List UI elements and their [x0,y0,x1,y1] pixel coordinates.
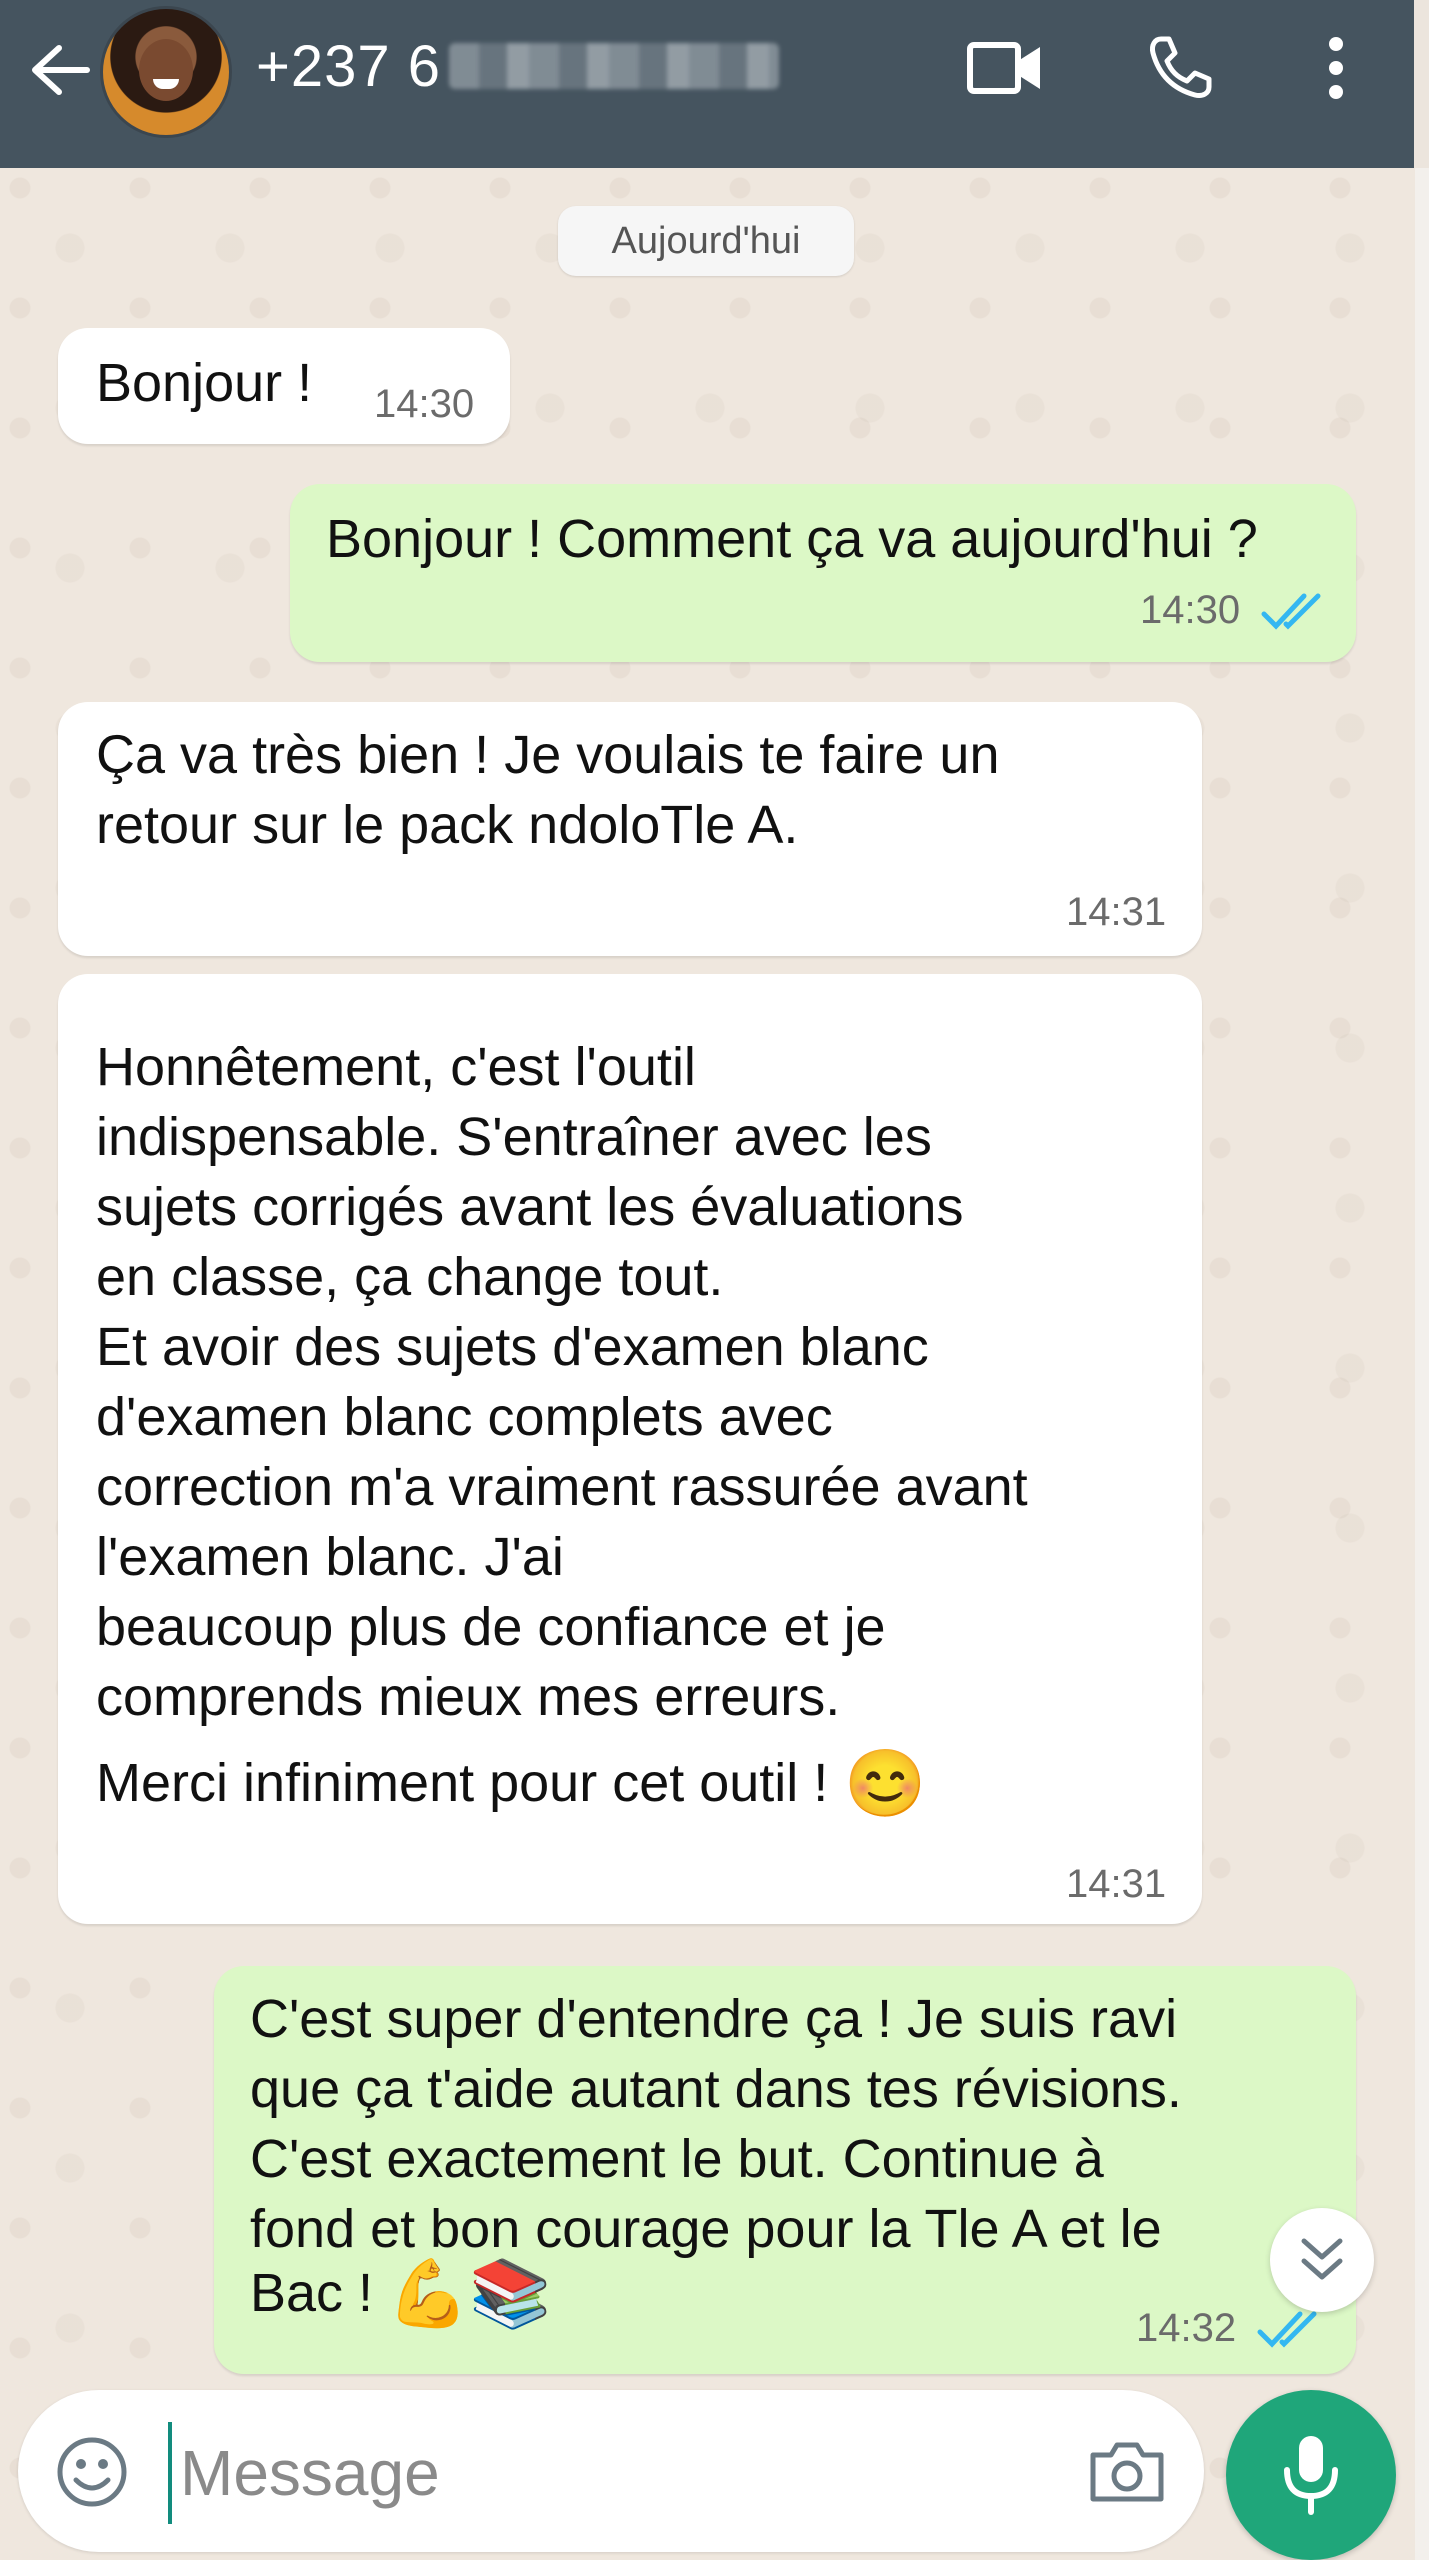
date-separator: Aujourd'hui [558,206,854,276]
message-bubble-outgoing[interactable]: C'est super d'entendre ça ! Je suis ravi… [214,1966,1356,2374]
redacted-number [449,43,780,89]
more-vert-icon[interactable] [1296,32,1376,104]
smiling-face-emoji: 😊 [844,1746,927,1820]
contact-name[interactable]: +237 6 [256,30,780,102]
message-time: 14:31 [1066,1862,1167,1906]
message-bubble-incoming[interactable]: Honnêtement, c'est l'outil indispensable… [58,974,1202,1924]
message-text: Ça va très bien ! Je voulais te faire un… [96,725,1000,855]
message-input[interactable] [168,2422,1062,2524]
double-chevron-down-icon [1301,2238,1343,2280]
contact-number: +237 6 [256,33,442,99]
message-bubble-incoming[interactable]: Ça va très bien ! Je voulais te faire un… [58,702,1202,956]
chat-header: +237 6 [0,0,1414,168]
message-time: 14:30 [374,382,475,426]
message-text: Honnêtement, c'est l'outil indispensable… [96,1037,1028,1727]
message-text-closing: Bac ! [250,2263,374,2323]
microphone-icon [1284,2436,1338,2515]
message-bubble-incoming[interactable]: Bonjour ! 14:30 [58,328,510,444]
message-closing-line: Bac ! 💪📚 [250,2258,551,2328]
message-text: Bonjour ! Comment ça va aujourd'hui ? [326,509,1258,569]
phone-icon[interactable] [1140,32,1220,104]
muscle-books-emoji: 💪📚 [387,2256,552,2330]
video-call-icon[interactable] [966,32,1046,104]
camera-icon[interactable] [1082,2432,1172,2512]
message-time: 14:32 [1136,2306,1237,2350]
message-text: Bonjour ! [96,353,313,413]
avatar[interactable] [100,6,232,138]
message-closing-line: Merci infiniment pour cet outil ! 😊 [96,1748,926,1818]
message-time: 14:30 [1140,588,1241,632]
message-text-closing: Merci infiniment pour cet outil ! [96,1753,829,1813]
scroll-to-bottom-button[interactable] [1270,2208,1374,2312]
back-arrow-icon[interactable] [20,36,100,104]
message-time: 14:31 [1066,890,1167,934]
message-composer [18,2390,1204,2552]
microphone-button[interactable] [1226,2390,1396,2560]
read-ticks-icon [1257,2311,1317,2348]
message-bubble-outgoing[interactable]: Bonjour ! Comment ça va aujourd'hui ? 14… [290,484,1356,662]
scrollbar-track[interactable] [1415,168,1429,2560]
message-text: C'est super d'entendre ça ! Je suis ravi… [250,1989,1182,2259]
read-ticks-icon [1261,593,1321,630]
emoji-icon[interactable] [52,2432,132,2512]
